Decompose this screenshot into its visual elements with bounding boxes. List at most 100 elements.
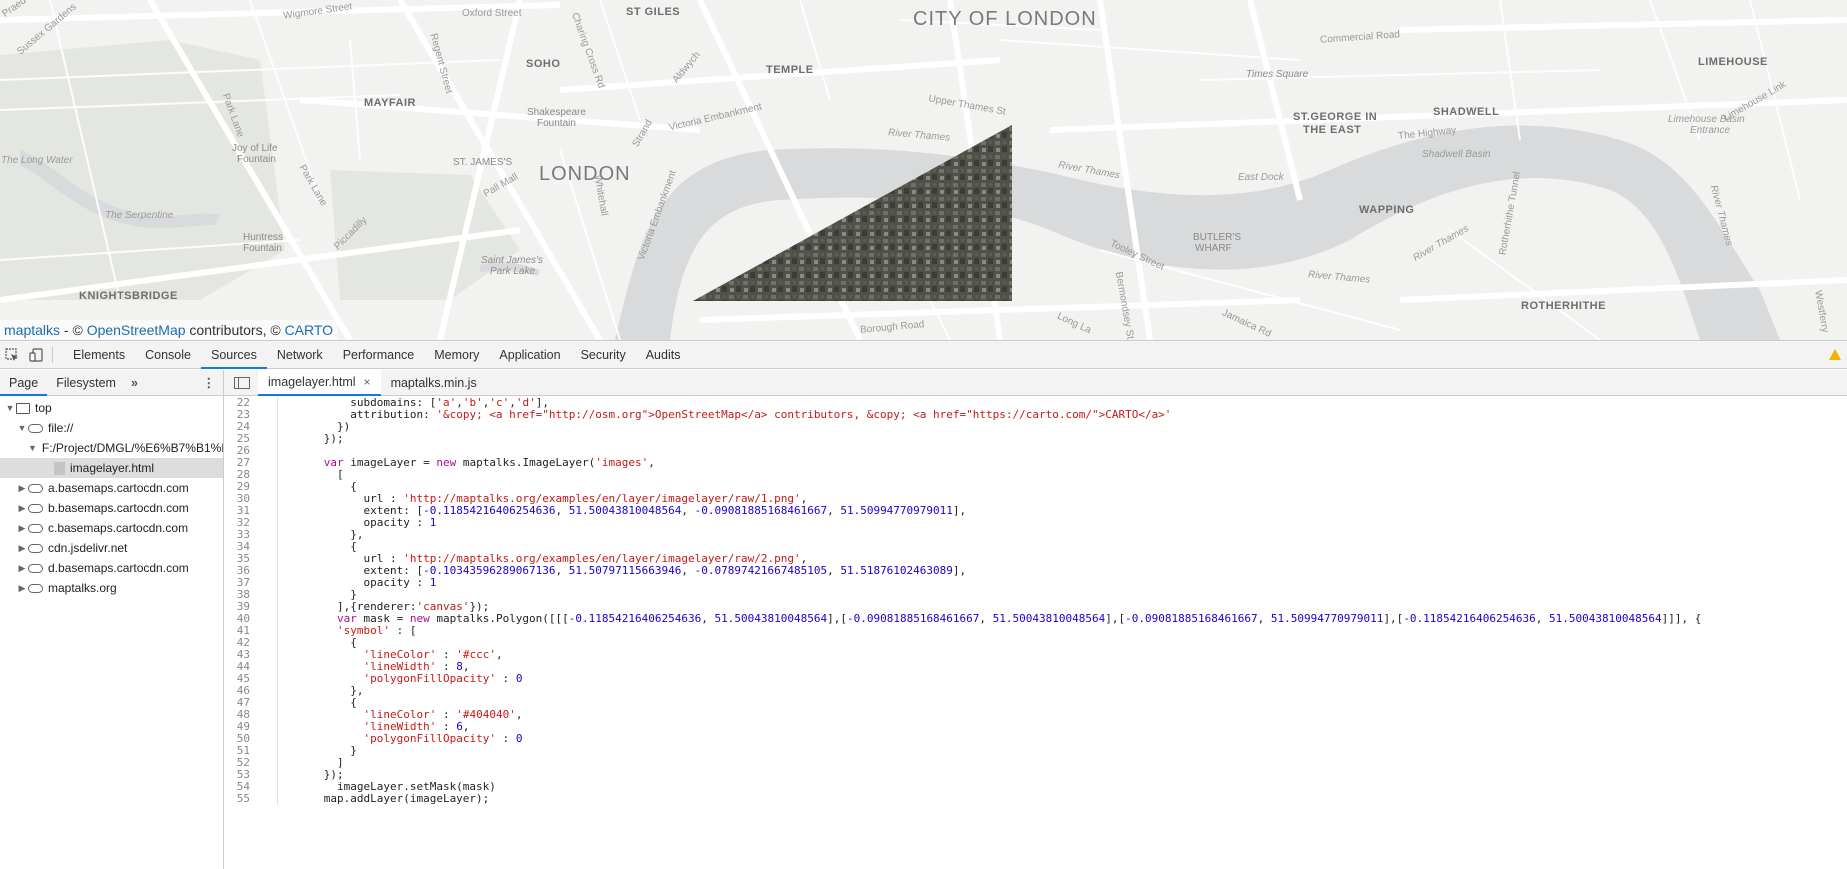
tab-elements[interactable]: Elements	[63, 341, 135, 369]
map-label-wapping: WAPPING	[1359, 204, 1415, 216]
cloud-icon	[28, 503, 43, 513]
editor-tabbar: imagelayer.html × maptalks.min.js	[224, 369, 1847, 396]
tree-item[interactable]: ▶ cdn.jsdelivr.net	[0, 538, 223, 558]
map-label-fountain: Fountain	[537, 118, 576, 129]
map-label-huntress: Huntress	[243, 232, 284, 243]
tab-sources[interactable]: Sources	[200, 341, 267, 369]
line-gutter	[254, 505, 278, 517]
tree-item[interactable]: ▼ F:/Project/DMGL/%E6%B7%B1%E5	[0, 438, 223, 458]
tree-item[interactable]: ▶ b.basemaps.cartocdn.com	[0, 498, 223, 518]
line-gutter	[254, 661, 278, 673]
file-navigator: Page Filesystem » ⋮ ▼ top ▼ file:// ▼ F:/Proj…	[0, 370, 224, 869]
map-view[interactable]: CITY OF LONDON LONDON ST GILES SOHO MAYF…	[0, 0, 1847, 340]
tab-memory[interactable]: Memory	[424, 341, 489, 369]
tab-performance[interactable]: Performance	[333, 341, 425, 369]
line-gutter	[254, 769, 278, 781]
more-tabs-icon[interactable]: »	[125, 376, 144, 390]
tab-filesystem[interactable]: Filesystem	[47, 370, 125, 396]
map-label-butlers: BUTLER'S	[1193, 232, 1242, 243]
tree-item[interactable]: ▼ file://	[0, 418, 223, 438]
maptalks-link[interactable]: maptalks	[4, 322, 60, 338]
collapsed-arrow-icon[interactable]: ▶	[16, 518, 28, 538]
editor-tab[interactable]: maptalks.min.js	[381, 370, 487, 396]
tab-page[interactable]: Page	[0, 370, 48, 396]
collapsed-arrow-icon[interactable]: ▶	[16, 558, 28, 578]
editor-tab-label: maptalks.min.js	[390, 375, 477, 390]
line-gutter	[254, 673, 278, 685]
tab-network[interactable]: Network	[267, 341, 333, 369]
tree-item[interactable]: ▶ maptalks.org	[0, 578, 223, 598]
tree-item[interactable]: ▶ c.basemaps.cartocdn.com	[0, 518, 223, 538]
osm-link[interactable]: OpenStreetMap	[87, 322, 186, 338]
code-line: 33 },	[224, 529, 1847, 541]
map-label-times-square: Times Square	[1246, 69, 1309, 80]
collapsed-arrow-icon[interactable]: ▶	[16, 538, 28, 558]
map-attribution: maptalks - © OpenStreetMap contributors,…	[0, 320, 338, 340]
map-label-st-george: ST.GEORGE IN	[1293, 111, 1378, 123]
device-toolbar-icon[interactable]	[24, 341, 48, 369]
expanded-arrow-icon[interactable]: ▼	[16, 418, 28, 438]
line-gutter	[254, 457, 278, 469]
tab-audits[interactable]: Audits	[636, 341, 691, 369]
line-gutter	[254, 649, 278, 661]
cloud-icon	[28, 583, 43, 593]
tree-item-label: file://	[48, 421, 74, 435]
line-gutter	[254, 793, 278, 805]
line-gutter	[254, 433, 278, 445]
map-label-soho: SOHO	[526, 58, 561, 70]
line-gutter	[254, 445, 278, 457]
tree-item[interactable]: ▶ d.basemaps.cartocdn.com	[0, 558, 223, 578]
map-label-serpentine: The Serpentine	[105, 210, 174, 221]
line-gutter	[254, 493, 278, 505]
code-line: 28 [	[224, 469, 1847, 481]
carto-link[interactable]: CARTO	[285, 322, 334, 338]
collapsed-arrow-icon[interactable]: ▶	[16, 478, 28, 498]
collapsed-arrow-icon[interactable]: ▶	[16, 498, 28, 518]
code-line: 37 opacity : 1	[224, 577, 1847, 589]
navigator-menu-icon[interactable]: ⋮	[203, 375, 216, 390]
line-gutter	[254, 745, 278, 757]
line-gutter	[254, 589, 278, 601]
code-area[interactable]: 22 subdomains: ['a','b','c','d'], 23 attr…	[224, 397, 1847, 869]
map-label-knightsbridge: KNIGHTSBRIDGE	[79, 290, 178, 302]
code-line: 51 }	[224, 745, 1847, 757]
code-line: 31 extent: [-0.11854216406254636, 51.500…	[224, 505, 1847, 517]
sources-panel: Page Filesystem » ⋮ ▼ top ▼ file:// ▼ F:/Proj…	[0, 369, 1847, 869]
map-label-city-of-london: CITY OF LONDON	[913, 8, 1097, 30]
line-gutter	[254, 781, 278, 793]
tab-security[interactable]: Security	[571, 341, 636, 369]
line-gutter	[254, 529, 278, 541]
cloud-icon	[28, 523, 43, 533]
map-label-wharf: WHARF	[1195, 243, 1232, 254]
close-tab-icon[interactable]: ×	[364, 369, 371, 395]
line-gutter	[254, 553, 278, 565]
line-gutter	[254, 637, 278, 649]
tree-item-label: F:/Project/DMGL/%E6%B7%B1%E5	[41, 441, 223, 455]
expanded-arrow-icon[interactable]: ▼	[4, 398, 16, 418]
warning-icon[interactable]	[1829, 349, 1841, 360]
map-label-fountain-3: Fountain	[243, 243, 282, 254]
tab-console[interactable]: Console	[135, 341, 201, 369]
toggle-navigator-icon[interactable]	[234, 376, 250, 389]
tree-item[interactable]: imagelayer.html	[0, 458, 223, 478]
tree-item[interactable]: ▶ a.basemaps.cartocdn.com	[0, 478, 223, 498]
navigator-tabbar: Page Filesystem » ⋮	[0, 370, 223, 396]
attribution-sep-2: contributors, ©	[185, 322, 285, 338]
code-text: });	[284, 432, 344, 445]
map-label-fountain-2: Fountain	[237, 154, 276, 165]
inspect-element-icon[interactable]	[0, 341, 24, 369]
devtools-tab-list: Elements Console Sources Network Performance…	[63, 341, 690, 369]
editor-tab-label: imagelayer.html	[268, 374, 356, 389]
code-line: 23 attribution: '&copy; <a href="http://…	[224, 409, 1847, 421]
code-line: 45 'polygonFillOpacity' : 0	[224, 673, 1847, 685]
line-number[interactable]: 55	[224, 793, 254, 805]
editor-tab[interactable]: imagelayer.html ×	[258, 369, 381, 396]
line-gutter	[254, 577, 278, 589]
collapsed-arrow-icon[interactable]: ▶	[16, 578, 28, 598]
tab-application[interactable]: Application	[489, 341, 570, 369]
line-gutter	[254, 709, 278, 721]
tree-item[interactable]: ▼ top	[0, 398, 223, 418]
code-line: 36 extent: [-0.10343596289067136, 51.507…	[224, 565, 1847, 577]
code-editor: imagelayer.html × maptalks.min.js 22 subdo…	[224, 369, 1847, 869]
expanded-arrow-icon[interactable]: ▼	[28, 438, 37, 458]
